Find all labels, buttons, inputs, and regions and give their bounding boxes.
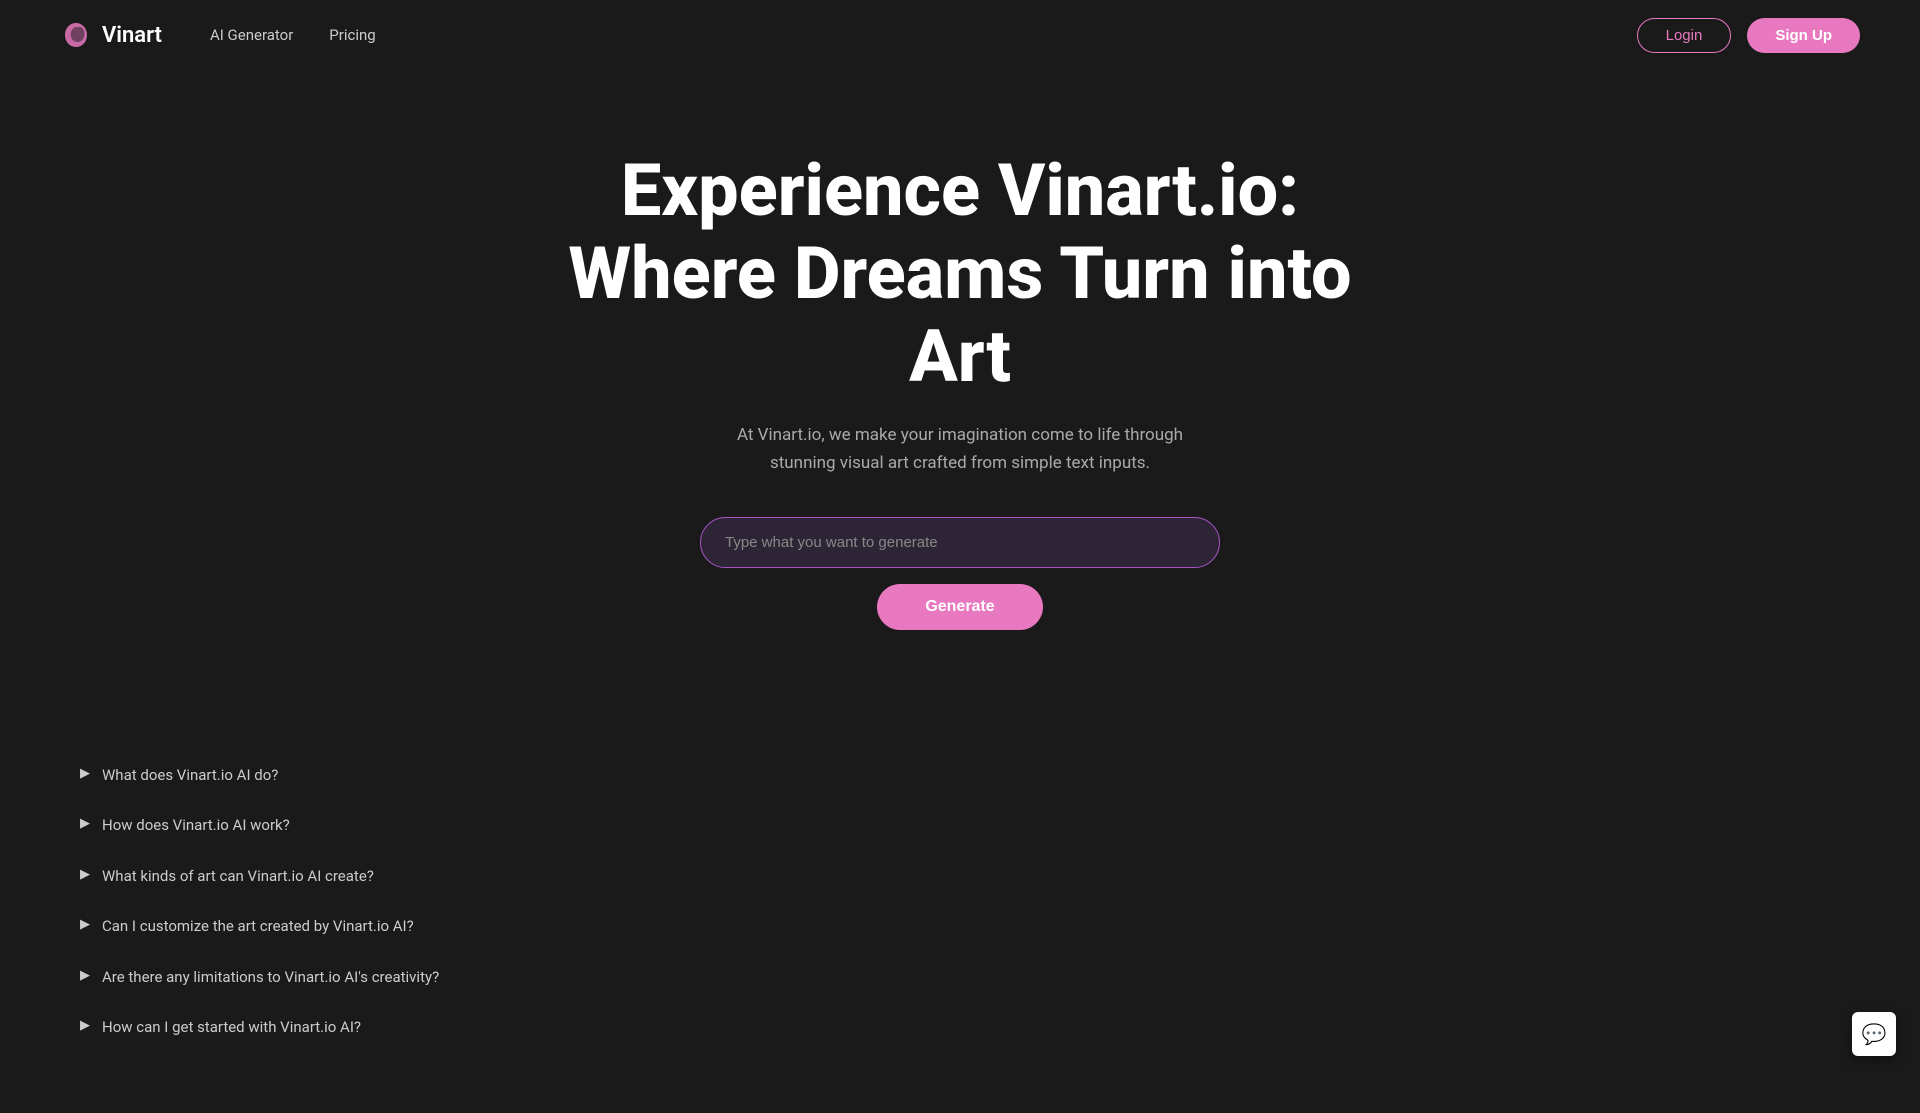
prompt-input-wrapper — [700, 517, 1220, 568]
faq-item-5[interactable]: ▶ Are there any limitations to Vinart.io… — [80, 952, 1840, 1003]
faq-arrow-5: ▶ — [80, 968, 90, 983]
faq-arrow-1: ▶ — [80, 766, 90, 781]
logo-link[interactable]: Vinart — [60, 19, 162, 51]
faq-item-4[interactable]: ▶ Can I customize the art created by Vin… — [80, 901, 1840, 952]
navbar: Vinart AI Generator Pricing Login Sign U… — [0, 0, 1920, 70]
chat-widget[interactable]: 💬 — [1852, 1012, 1896, 1056]
hero-title: Experience Vinart.io: Where Dreams Turn … — [510, 150, 1410, 398]
faq-question-5: Are there any limitations to Vinart.io A… — [102, 966, 439, 989]
faq-question-4: Can I customize the art created by Vinar… — [102, 915, 414, 938]
logo-icon — [60, 19, 92, 51]
signup-button[interactable]: Sign Up — [1747, 18, 1860, 53]
faq-item-1[interactable]: ▶ What does Vinart.io AI do? — [80, 750, 1840, 801]
faq-question-3: What kinds of art can Vinart.io AI creat… — [102, 865, 374, 888]
faq-arrow-3: ▶ — [80, 867, 90, 882]
faq-item-3[interactable]: ▶ What kinds of art can Vinart.io AI cre… — [80, 851, 1840, 902]
login-button[interactable]: Login — [1637, 18, 1732, 53]
faq-item-2[interactable]: ▶ How does Vinart.io AI work? — [80, 800, 1840, 851]
nav-ai-generator[interactable]: AI Generator — [210, 26, 293, 44]
faq-arrow-6: ▶ — [80, 1018, 90, 1033]
hero-subtitle: At Vinart.io, we make your imagination c… — [710, 422, 1210, 476]
prompt-input[interactable] — [700, 517, 1220, 568]
faq-question-6: How can I get started with Vinart.io AI? — [102, 1016, 361, 1039]
brand-name: Vinart — [102, 23, 162, 48]
nav-pricing[interactable]: Pricing — [329, 26, 375, 44]
nav-links: AI Generator Pricing — [210, 26, 376, 44]
faq-item-6[interactable]: ▶ How can I get started with Vinart.io A… — [80, 1002, 1840, 1053]
faq-question-2: How does Vinart.io AI work? — [102, 814, 290, 837]
faq-question-1: What does Vinart.io AI do? — [102, 764, 278, 787]
faq-section: ▶ What does Vinart.io AI do? ▶ How does … — [0, 670, 1920, 1113]
chat-icon: 💬 — [1862, 1022, 1887, 1046]
faq-arrow-2: ▶ — [80, 816, 90, 831]
hero-section: Experience Vinart.io: Where Dreams Turn … — [0, 70, 1920, 670]
generate-button[interactable]: Generate — [877, 584, 1042, 630]
faq-arrow-4: ▶ — [80, 917, 90, 932]
generator-area: Generate — [20, 517, 1900, 630]
navbar-left: Vinart AI Generator Pricing — [60, 19, 376, 51]
navbar-right: Login Sign Up — [1637, 18, 1860, 53]
